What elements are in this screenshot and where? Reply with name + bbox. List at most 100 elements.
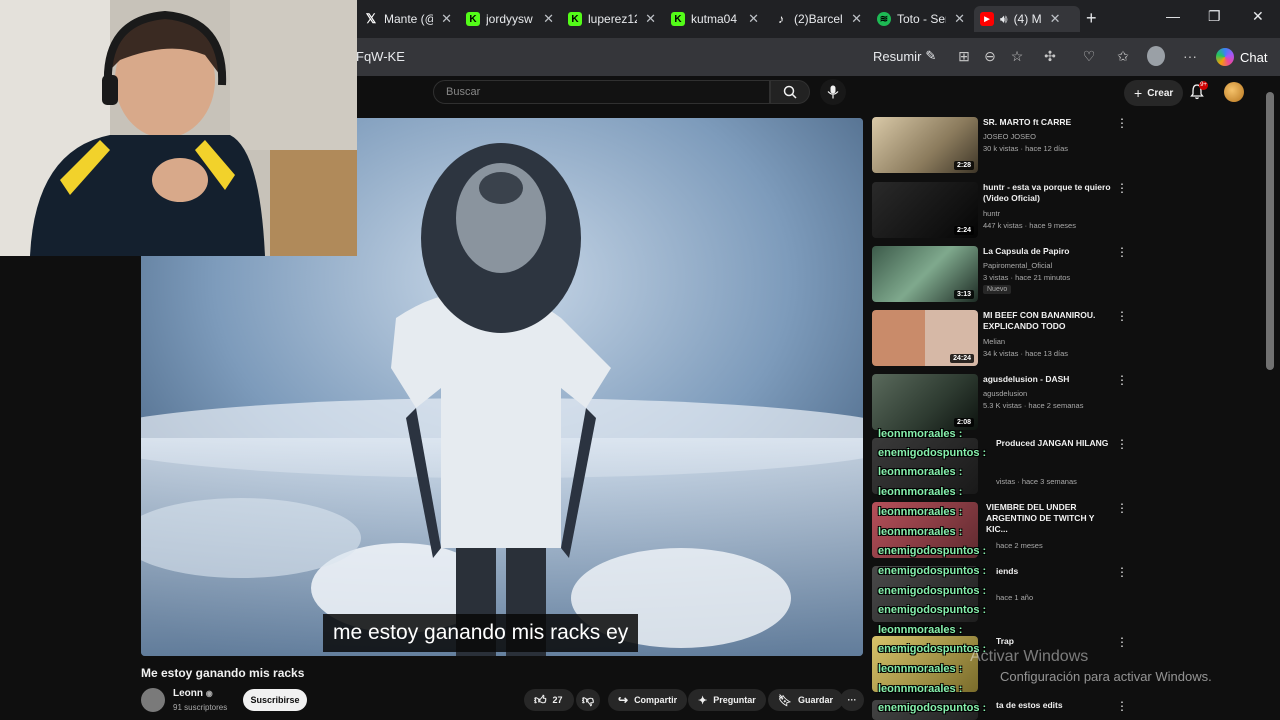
- browser-essentials-icon[interactable]: ♡: [1080, 47, 1098, 65]
- video-thumbnail[interactable]: 24:24: [872, 310, 978, 366]
- close-icon[interactable]: ✕: [441, 11, 452, 27]
- duration-badge: 2:24: [953, 226, 974, 235]
- kebab-menu-icon[interactable]: ⋮: [1116, 310, 1128, 322]
- recommendation-item[interactable]: 2:28 SR. MARTO ft CARRE JOSEO JOSEO 30 k…: [872, 117, 1142, 177]
- duration-badge: 2:28: [953, 161, 974, 170]
- tab-title: jordyysw: [486, 12, 533, 26]
- video-thumbnail[interactable]: 3:13: [872, 246, 978, 302]
- favorites-icon[interactable]: ✩: [1114, 47, 1132, 65]
- close-icon[interactable]: ✕: [851, 11, 862, 27]
- tab-title: Mante (@: [384, 12, 434, 26]
- recommendation-item[interactable]: 2:08 agusdelusion - DASH agusdelusion 5.…: [872, 374, 1142, 434]
- kick-logo-icon: K: [466, 12, 480, 26]
- channel-avatar[interactable]: [141, 688, 165, 712]
- kebab-menu-icon[interactable]: ⋮: [1116, 117, 1128, 129]
- create-button[interactable]: + Crear: [1124, 80, 1184, 106]
- save-button[interactable]: 🔖︎ Guardar: [768, 689, 843, 711]
- tab-kick-2[interactable]: K luperez12 ✕: [562, 6, 662, 32]
- video-thumbnail[interactable]: 2:24: [872, 182, 978, 238]
- tab-tiktok[interactable]: ♪ (2)Barcel ✕: [768, 6, 868, 32]
- dislike-button[interactable]: 👎︎: [576, 689, 600, 711]
- copilot-chat-button[interactable]: Chat: [1212, 45, 1275, 69]
- recommendation-title: iends: [996, 566, 1019, 576]
- thumbs-down-icon: 👎︎: [581, 692, 595, 707]
- verified-icon: ◉: [205, 689, 213, 698]
- account-avatar[interactable]: [1224, 82, 1244, 102]
- close-icon[interactable]: ✕: [1050, 11, 1061, 27]
- tab-spotify[interactable]: ≋ Toto - Ser ✕: [871, 6, 971, 32]
- plus-icon: +: [1134, 85, 1143, 101]
- tab-kick-1[interactable]: K jordyysw ✕: [460, 6, 560, 32]
- maximize-button[interactable]: ❐: [1208, 8, 1221, 25]
- kebab-menu-icon[interactable]: ⋮: [1116, 374, 1128, 386]
- kebab-menu-icon[interactable]: ⋮: [1116, 636, 1128, 648]
- recommendation-title: Trap: [996, 636, 1014, 646]
- split-screen-icon[interactable]: ⊞: [955, 47, 973, 65]
- close-icon[interactable]: ✕: [543, 11, 554, 27]
- video-thumbnail[interactable]: 2:08: [872, 374, 978, 430]
- search-button[interactable]: [770, 80, 810, 104]
- notification-badge: 9+: [1199, 81, 1208, 90]
- tab-x[interactable]: 𝕏 Mante (@ ✕: [358, 6, 458, 32]
- extensions-icon[interactable]: ✣: [1041, 47, 1059, 65]
- recommendation-channel: Papiromental_Oficial: [983, 261, 1053, 270]
- thumbs-up-icon: 👍︎: [534, 692, 547, 707]
- more-icon: ···: [847, 695, 857, 705]
- recommendation-item[interactable]: 24:24 MI BEEF CON BANANIROU. EXPLICANDO …: [872, 310, 1142, 370]
- tab-title: kutma04: [691, 12, 738, 26]
- url-field[interactable]: FqW-KE: [356, 49, 405, 64]
- video-thumbnail[interactable]: 2:28: [872, 117, 978, 173]
- windows-activation-subtitle: Configuración para activar Windows.: [1000, 669, 1212, 684]
- kebab-menu-icon[interactable]: ⋮: [1116, 438, 1128, 450]
- close-window-button[interactable]: ✕: [1252, 8, 1264, 25]
- sparkle-icon: ✦: [698, 694, 708, 707]
- profile-icon[interactable]: [1147, 46, 1165, 66]
- ask-button[interactable]: ✦ Preguntar: [688, 689, 766, 711]
- zoom-icon[interactable]: ⊖: [981, 47, 999, 65]
- recommendation-channel: huntr: [983, 209, 1001, 218]
- save-label: Guardar: [797, 695, 833, 705]
- recommendation-item[interactable]: 2:24 huntr - esta va porque te quiero (V…: [872, 182, 1142, 242]
- like-button[interactable]: 👍︎ 27: [524, 689, 574, 711]
- search-input[interactable]: Buscar: [433, 80, 770, 104]
- channel-name-label: Leonn: [173, 688, 203, 699]
- close-icon[interactable]: ✕: [748, 11, 759, 27]
- resumir-button[interactable]: Resumir ✎: [873, 48, 936, 64]
- channel-name[interactable]: Leonn ◉: [173, 688, 213, 699]
- share-button[interactable]: ↪ Compartir: [608, 689, 688, 711]
- subscribe-button[interactable]: Suscribirse: [243, 689, 307, 711]
- new-badge: Nuevo: [983, 285, 1012, 294]
- kebab-menu-icon[interactable]: ⋮: [1116, 502, 1128, 514]
- recommendation-title: Produced JANGAN HILANG: [996, 438, 1109, 448]
- new-tab-button[interactable]: +: [1086, 8, 1097, 29]
- tab-youtube[interactable]: ▶ 🔊︎ (4) M ✕: [974, 6, 1080, 32]
- voice-search-button[interactable]: [820, 79, 846, 105]
- kebab-menu-icon[interactable]: ⋮: [1116, 246, 1128, 258]
- chat-message-user: enemigodospuntos :: [878, 447, 987, 459]
- minimize-button[interactable]: —: [1166, 8, 1180, 24]
- recommendation-title: VIEMBRE DEL UNDER ARGENTINO DE TWITCH Y …: [986, 502, 1095, 534]
- kebab-menu-icon[interactable]: ⋮: [1116, 700, 1128, 712]
- recommendation-title: ta de estos edits: [996, 700, 1063, 710]
- more-actions-button[interactable]: ···: [840, 689, 864, 711]
- star-icon[interactable]: ☆: [1008, 47, 1026, 65]
- x-logo-icon: 𝕏: [365, 11, 377, 26]
- chat-message-user: leonnmoraales :: [878, 506, 963, 518]
- recommendation-item[interactable]: 3:13 La Capsula de Papiro Papiromental_O…: [872, 246, 1142, 306]
- summarize-icon: ✎: [925, 48, 937, 63]
- speaker-icon[interactable]: 🔊︎: [1000, 12, 1008, 27]
- chat-label: Chat: [1240, 49, 1268, 65]
- recommendation-meta: hace 1 año: [996, 593, 1034, 602]
- close-icon[interactable]: ✕: [954, 11, 965, 27]
- close-icon[interactable]: ✕: [645, 11, 656, 27]
- chat-message-user: leonnmoraales :: [878, 683, 963, 695]
- tab-kick-3[interactable]: K kutma04 ✕: [665, 6, 765, 32]
- page-scrollbar[interactable]: [1266, 92, 1274, 370]
- duration-badge: 24:24: [950, 354, 974, 363]
- recommendation-channel: agusdelusion: [983, 389, 1028, 398]
- kebab-menu-icon[interactable]: ⋮: [1116, 182, 1128, 194]
- share-icon: ↪: [618, 693, 629, 707]
- kebab-menu-icon[interactable]: ⋮: [1116, 566, 1128, 578]
- more-menu-icon[interactable]: ···: [1181, 47, 1199, 65]
- duration-badge: 2:08: [953, 418, 974, 427]
